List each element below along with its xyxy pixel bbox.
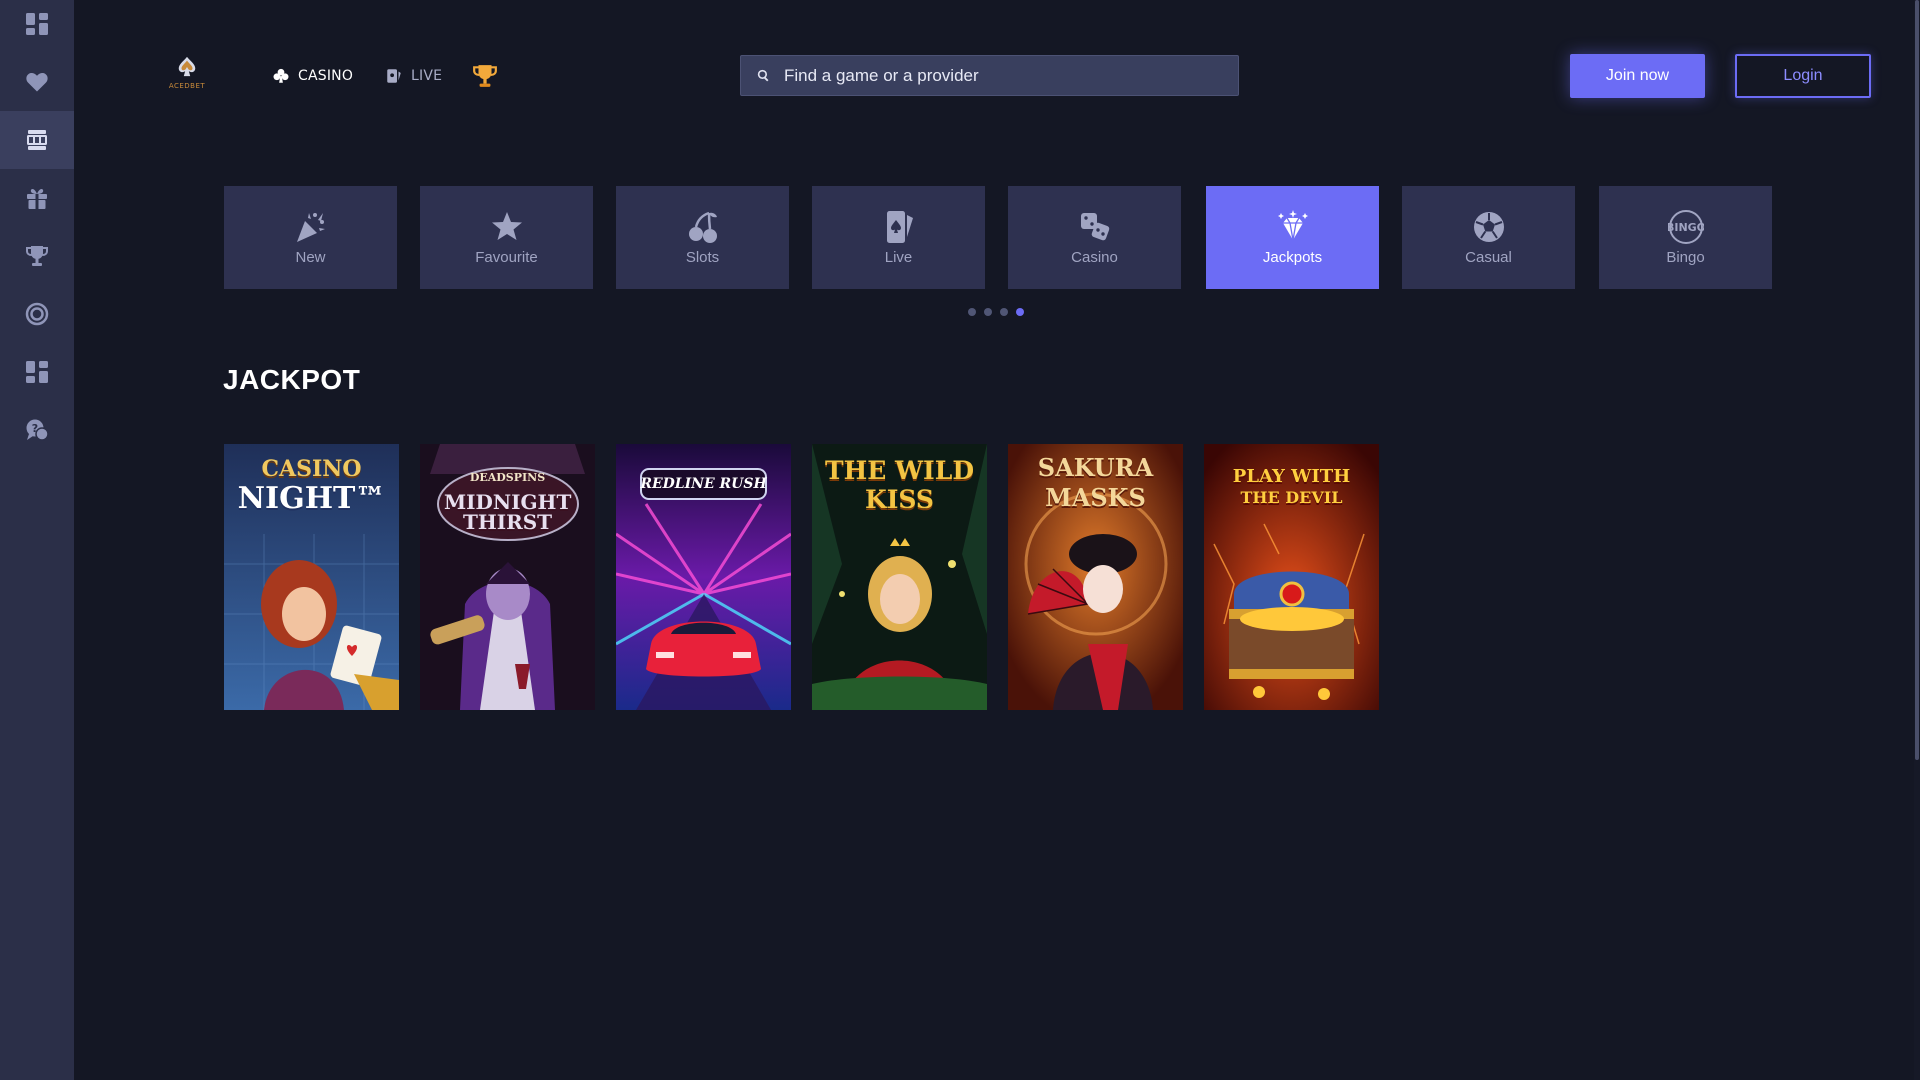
- slot-machine-icon: [27, 130, 47, 150]
- sidebar-item-categories[interactable]: [0, 343, 74, 401]
- nav-live-label: LIVE: [411, 68, 443, 84]
- target-icon: [25, 302, 49, 326]
- game-tile-sakura-masks[interactable]: SAKURA MASKS: [1008, 444, 1183, 710]
- game-title-line1: PLAY WITH: [1232, 466, 1351, 487]
- clubs-icon: [273, 68, 289, 83]
- grid-icon: [26, 361, 48, 383]
- category-label: Bingo: [1666, 249, 1705, 266]
- game-tile-play-with-the-devil[interactable]: PLAY WITH THE DEVIL: [1204, 444, 1379, 710]
- game-title-line1: SAKURA: [1037, 453, 1154, 482]
- spade-logo-icon: [178, 56, 196, 77]
- sidebar-item-favourites[interactable]: [0, 53, 74, 111]
- search-bar[interactable]: [740, 55, 1239, 96]
- game-title-line2: THE DEVIL: [1240, 488, 1343, 507]
- trophy-icon: [473, 65, 497, 87]
- trophy-icon: [26, 246, 48, 266]
- nav-tournaments[interactable]: [472, 64, 498, 88]
- carousel-dot-active[interactable]: [1016, 308, 1024, 316]
- scrollbar-thumb[interactable]: [1915, 0, 1919, 760]
- category-bingo[interactable]: BINGO Bingo: [1599, 186, 1772, 289]
- category-label: New: [295, 249, 326, 266]
- game-tile-the-wild-kiss[interactable]: THE WILD KISS: [812, 444, 987, 710]
- sidebar-item-slots[interactable]: [0, 111, 74, 169]
- dashboard-icon: [26, 13, 48, 35]
- carousel-pagination: [968, 308, 1024, 316]
- sidebar-item-tournaments[interactable]: [0, 227, 74, 285]
- star-icon: [491, 212, 522, 240]
- category-jackpots[interactable]: Jackpots: [1206, 186, 1379, 289]
- carousel-dot[interactable]: [968, 308, 976, 316]
- game-tile-redline-rush[interactable]: REDLINE RUSH: [616, 444, 791, 710]
- category-casino[interactable]: Casino: [1008, 186, 1181, 289]
- game-title-line2: NIGHT™: [237, 481, 386, 516]
- site-logo[interactable]: ACEDBET: [164, 56, 210, 96]
- svg-text:BINGO: BINGO: [1668, 221, 1704, 234]
- game-tile-casino-night[interactable]: CASINO NIGHT™: [224, 444, 399, 710]
- category-label: Casual: [1465, 249, 1512, 266]
- carousel-dot[interactable]: [1000, 308, 1008, 316]
- diamond-icon: [1277, 210, 1308, 241]
- bingo-icon: BINGO: [1668, 210, 1704, 244]
- nav-casino-label: CASINO: [298, 68, 354, 84]
- gift-icon: [27, 189, 47, 209]
- join-now-button[interactable]: Join now: [1570, 54, 1705, 98]
- dice-icon: [1080, 213, 1109, 241]
- svg-text:?: ?: [32, 422, 38, 435]
- sidebar-item-promotions[interactable]: [0, 169, 74, 227]
- sidebar-item-support[interactable]: ?: [0, 401, 74, 459]
- category-label: Slots: [685, 249, 720, 266]
- game-title-line1: DEADSPINS: [469, 471, 546, 484]
- game-title-line1: REDLINE RUSH: [640, 476, 767, 492]
- support-chat-icon: ?: [26, 419, 49, 441]
- category-slots[interactable]: Slots: [616, 186, 789, 289]
- category-label: Favourite: [475, 249, 538, 266]
- nav-live[interactable]: LIVE: [385, 64, 442, 88]
- game-title-line2: MIDNIGHT THIRST: [444, 490, 572, 534]
- sidebar-item-dashboard[interactable]: [0, 0, 74, 53]
- category-label: Jackpots: [1262, 249, 1323, 266]
- search-icon: [757, 69, 769, 82]
- game-title-line2: MASKS: [1045, 483, 1146, 512]
- sidebar-item-target[interactable]: [0, 285, 74, 343]
- game-title-line1: THE WILD: [824, 456, 974, 485]
- category-label: Casino: [1071, 249, 1118, 266]
- login-button[interactable]: Login: [1735, 54, 1871, 98]
- category-label: Live: [884, 249, 913, 266]
- carousel-dot[interactable]: [984, 308, 992, 316]
- section-title: JACKPOT: [223, 364, 361, 395]
- game-tile-midnight-thirst[interactable]: DEADSPINS MIDNIGHT THIRST: [420, 444, 595, 710]
- card-phone-icon: [886, 211, 913, 243]
- cherries-icon: [688, 211, 717, 243]
- category-favourite[interactable]: Favourite: [420, 186, 593, 289]
- casino-app: ? ACEDBET CASINO LIVE Join now Login New…: [0, 0, 1920, 1080]
- heart-icon: [26, 73, 48, 92]
- soccer-ball-icon: [1473, 212, 1504, 242]
- confetti-icon: [296, 213, 325, 242]
- search-input[interactable]: [784, 65, 1204, 86]
- category-casual[interactable]: Casual: [1402, 186, 1575, 289]
- category-new[interactable]: New: [224, 186, 397, 289]
- logo-wordmark: ACEDBET: [168, 82, 206, 90]
- category-live[interactable]: Live: [812, 186, 985, 289]
- page-scrollbar[interactable]: [1914, 0, 1920, 1080]
- nav-casino[interactable]: CASINO: [272, 64, 353, 88]
- game-title-line1: CASINO: [261, 456, 362, 482]
- game-title-line2: KISS: [865, 485, 934, 514]
- live-cards-icon: [387, 69, 401, 83]
- sidebar: ?: [0, 0, 74, 1080]
